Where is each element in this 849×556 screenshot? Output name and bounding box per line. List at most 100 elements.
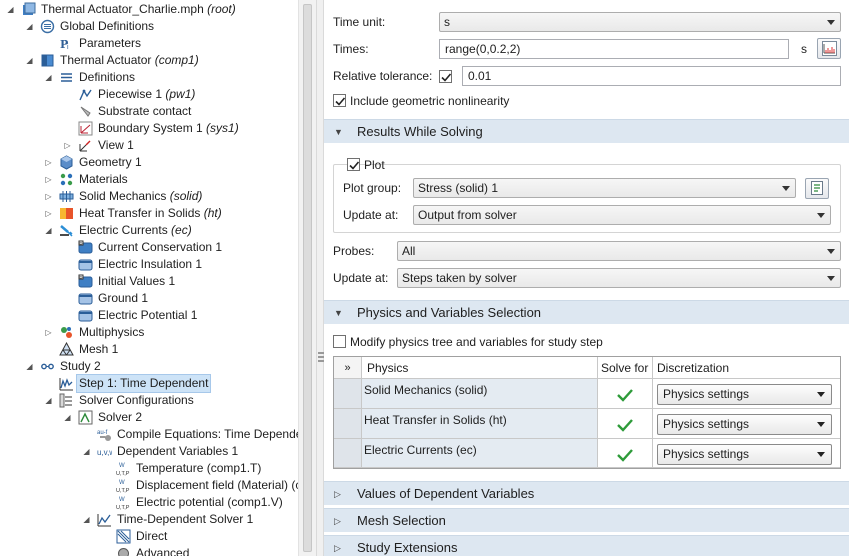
tree-node-text: Global Definitions <box>60 19 155 33</box>
row-handle[interactable] <box>334 409 361 439</box>
tree-node-text: Geometry 1 <box>79 155 142 169</box>
tree-node-text: Thermal Actuator_Charlie.mph <box>41 2 204 16</box>
tree-node-text: Mesh 1 <box>79 342 119 356</box>
tree-node-text: View 1 <box>98 138 134 152</box>
tree-node-label: Study 2 <box>60 358 101 375</box>
row-handle[interactable] <box>334 439 361 468</box>
tree-node-label: View 1 <box>98 137 134 154</box>
tree-node-label: Geometry 1 <box>79 154 142 171</box>
tree-node-label: Advanced <box>136 545 189 556</box>
expanded-triangle-icon[interactable]: ◢ <box>62 409 73 426</box>
expanded-triangle-icon[interactable]: ◢ <box>24 358 35 375</box>
svg-text:W: W <box>119 480 125 486</box>
heat-transfer-icon <box>59 206 74 221</box>
discretization-select[interactable]: Physics settings <box>657 444 832 465</box>
collapsed-triangle-icon[interactable]: ▷ <box>43 171 54 188</box>
times-input[interactable]: range(0,0.2,2) <box>439 39 789 59</box>
solve-for-cell[interactable] <box>597 439 652 468</box>
column-divider <box>361 357 362 468</box>
section-title: Mesh Selection <box>357 513 446 528</box>
plot-group-select[interactable]: Stress (solid) 1 <box>413 178 796 198</box>
mesh-icon <box>59 342 74 357</box>
tree-node-text: Materials <box>79 172 128 186</box>
update-at-2-select[interactable]: Steps taken by solver <box>397 268 841 288</box>
tree-node-label: Temperature (comp1.T) <box>136 460 261 477</box>
collapsed-triangle-icon[interactable]: ▷ <box>62 137 73 154</box>
discretization-select[interactable]: Physics settings <box>657 384 832 405</box>
discretization-cell: Physics settings <box>652 439 840 468</box>
tree-node-text: Thermal Actuator <box>60 53 152 67</box>
solve-for-cell[interactable] <box>597 409 652 439</box>
time-unit-label: Time unit: <box>333 15 386 29</box>
dependent-variables-icon: u,v,w <box>97 444 112 459</box>
panel-splitter[interactable] <box>316 0 324 556</box>
section-results-while-solving[interactable]: ▼ Results While Solving <box>324 119 849 143</box>
chevron-down-icon <box>817 422 825 427</box>
probes-select[interactable]: All <box>397 241 841 261</box>
table-header-physics[interactable]: Physics <box>361 357 597 379</box>
discretization-select[interactable]: Physics settings <box>657 414 832 435</box>
chevron-down-icon <box>817 452 825 457</box>
expanded-triangle-icon[interactable]: ◢ <box>81 511 92 528</box>
field-icon: W U,T,P <box>116 495 131 510</box>
chevron-down-icon <box>817 213 825 218</box>
tree-node-label: Substrate contact <box>98 103 191 120</box>
column-divider <box>597 357 598 468</box>
component-icon <box>40 53 55 68</box>
chevron-down-icon <box>782 186 790 191</box>
tree-node-text: Definitions <box>79 70 136 84</box>
tree-node-label: Parameters <box>79 35 141 52</box>
tree-node-text: Electric potential (comp1.V) <box>136 495 283 509</box>
physics-selection-table: » Physics Solve for Discretization Solid… <box>333 356 841 469</box>
plot-option[interactable]: Plot <box>347 156 385 174</box>
modify-physics-checkbox[interactable] <box>333 335 346 348</box>
collapsed-triangle-icon[interactable]: ▷ <box>43 188 54 205</box>
expanded-triangle-icon[interactable]: ◢ <box>43 392 54 409</box>
expanded-triangle-icon[interactable]: ◢ <box>5 1 16 18</box>
collapsed-triangle-icon[interactable]: ▷ <box>43 154 54 171</box>
relative-tolerance-checkbox[interactable] <box>439 70 452 83</box>
update-at-select[interactable]: Output from solver <box>413 205 831 225</box>
table-header-handle[interactable]: » <box>334 357 361 379</box>
tree-vertical-scrollbar[interactable] <box>298 0 316 556</box>
solve-for-cell[interactable] <box>597 379 652 409</box>
tree-node-text: Direct <box>136 529 168 543</box>
section-mesh-selection[interactable]: ▷ Mesh Selection <box>324 508 849 532</box>
geometric-nonlinearity-checkbox[interactable] <box>333 94 346 107</box>
collapsed-triangle-icon: ▷ <box>334 489 341 499</box>
relative-tolerance-input[interactable]: 0.01 <box>462 66 841 86</box>
study-step-settings-panel: Time unit: s Times: range(0,0.2,2) s Rel… <box>324 0 849 556</box>
row-handle[interactable] <box>334 379 361 409</box>
tree-node-tag: (comp1) <box>151 53 199 67</box>
relative-tolerance-value: 0.01 <box>468 69 492 83</box>
svg-text:U,T,P: U,T,P <box>116 471 130 476</box>
time-dependent-solver-icon <box>97 512 112 527</box>
plot-checkbox[interactable] <box>347 158 360 171</box>
table-header-discretization[interactable]: Discretization <box>652 357 840 379</box>
range-button[interactable] <box>817 38 841 59</box>
tree-node-text: Electric Currents <box>79 223 168 237</box>
collapsed-triangle-icon[interactable]: ▷ <box>43 205 54 222</box>
tree-node-label: Global Definitions <box>60 18 154 35</box>
expanded-triangle-icon[interactable]: ◢ <box>43 222 54 239</box>
expanded-triangle-icon[interactable]: ◢ <box>43 69 54 86</box>
expanded-triangle-icon[interactable]: ◢ <box>81 443 92 460</box>
collapsed-triangle-icon[interactable]: ▷ <box>43 324 54 341</box>
section-values-dependent-variables[interactable]: ▷ Values of Dependent Variables <box>324 481 849 505</box>
section-physics-variables-selection[interactable]: ▼ Physics and Variables Selection <box>324 300 849 324</box>
tree-node-text: Electric Insulation 1 <box>98 257 203 271</box>
time-unit-select[interactable]: s <box>439 12 841 32</box>
tree-node-text: Boundary System 1 <box>98 121 203 135</box>
physics-name: Heat Transfer in Solids (ht) <box>364 413 507 427</box>
check-icon <box>617 419 633 432</box>
tree-node-tag: (solid) <box>166 189 203 203</box>
expanded-triangle-icon[interactable]: ◢ <box>24 18 35 35</box>
range-icon <box>822 41 837 56</box>
scrollbar-thumb[interactable] <box>303 4 312 552</box>
tree-node-tag: (root) <box>203 2 236 16</box>
plot-group-go-to-button[interactable] <box>805 178 829 199</box>
table-header-solve-for[interactable]: Solve for <box>597 357 652 379</box>
expanded-triangle-icon[interactable]: ◢ <box>24 52 35 69</box>
coordinate-system-icon <box>78 121 93 136</box>
section-study-extensions[interactable]: ▷ Study Extensions <box>324 535 849 556</box>
